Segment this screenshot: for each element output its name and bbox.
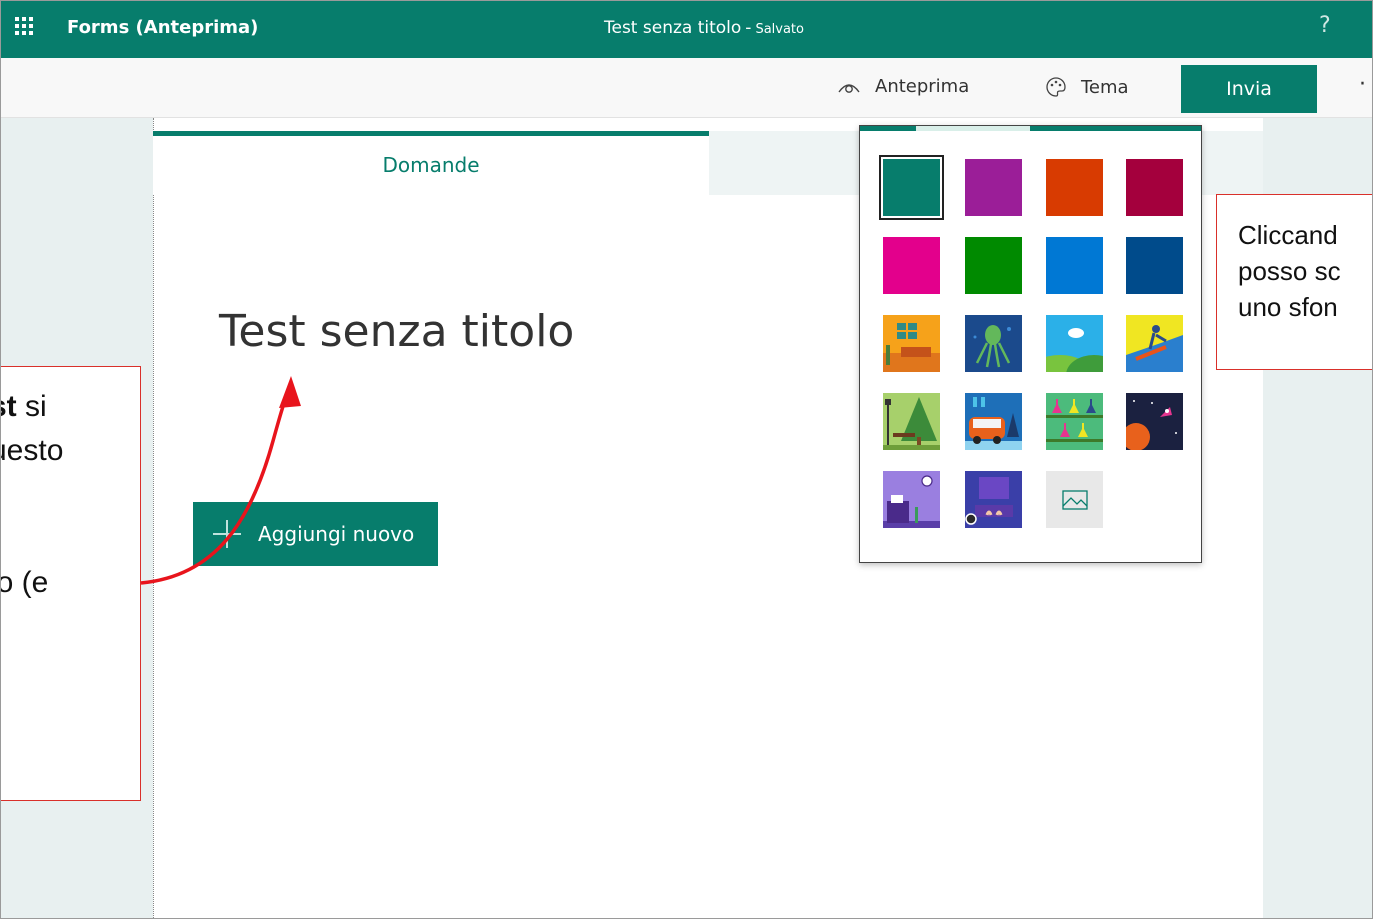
- theme-color-swatch[interactable]: [1046, 159, 1103, 216]
- annotation-right-line-2: posso sc: [1238, 256, 1341, 286]
- preview-label: Anteprima: [875, 76, 970, 97]
- help-icon[interactable]: ?: [1319, 13, 1331, 38]
- theme-color-swatch[interactable]: [965, 159, 1022, 216]
- theme-color-swatch[interactable]: [879, 155, 944, 220]
- preview-button[interactable]: Anteprima: [837, 76, 969, 97]
- add-new-button[interactable]: Aggiungi nuovo: [193, 502, 438, 566]
- theme-panel-accent-light: [916, 126, 1030, 131]
- form-title[interactable]: Test senza titolo: [219, 306, 574, 357]
- theme-image-van[interactable]: [965, 393, 1022, 450]
- eye-icon: [838, 83, 860, 93]
- theme-image-park[interactable]: [883, 393, 940, 450]
- theme-color-swatch[interactable]: [965, 237, 1022, 294]
- more-options-icon[interactable]: ·: [1359, 72, 1366, 97]
- theme-color-swatch[interactable]: [883, 237, 940, 294]
- theme-color-swatch[interactable]: [1126, 237, 1183, 294]
- add-new-label: Aggiungi nuovo: [258, 522, 415, 546]
- theme-color-swatch[interactable]: [1126, 159, 1183, 216]
- annotation-left-line-1: st si: [1, 385, 140, 429]
- title-separator: -: [745, 18, 752, 38]
- save-status: Salvato: [755, 22, 804, 37]
- theme-image-desk[interactable]: [883, 471, 940, 528]
- annotation-left-line-5: lo (e: [1, 566, 49, 599]
- annotation-left: st si uesto . lo (e: [1, 366, 141, 801]
- annotation-left-line-3: [1, 473, 140, 517]
- theme-panel-accent: [860, 126, 1201, 131]
- app-launcher-icon[interactable]: [13, 15, 35, 37]
- theme-image-living-room[interactable]: [883, 315, 940, 372]
- send-button[interactable]: Invia: [1181, 65, 1317, 113]
- annotation-left-bold: st: [1, 390, 17, 423]
- document-title-text: Test senza titolo: [604, 18, 742, 38]
- theme-color-swatch[interactable]: [1046, 237, 1103, 294]
- theme-image-science[interactable]: [1046, 393, 1103, 450]
- theme-image-space[interactable]: [1126, 393, 1183, 450]
- theme-image-landscape[interactable]: [1046, 315, 1103, 372]
- app-header: Forms (Anteprima) Test senza titolo - Salv…: [1, 1, 1372, 58]
- annotation-left-plain: si: [16, 390, 47, 423]
- theme-image-keyboard[interactable]: [965, 471, 1022, 528]
- command-bar: Anteprima Tema Invia ·: [1, 58, 1372, 118]
- plus-icon: [213, 520, 241, 548]
- theme-image-octopus[interactable]: [965, 315, 1022, 372]
- annotation-right: Cliccand posso sc uno sfon: [1216, 194, 1372, 370]
- theme-label: Tema: [1081, 76, 1129, 98]
- theme-panel: [859, 125, 1202, 563]
- tab-questions[interactable]: Domande: [153, 131, 709, 195]
- page-frame: Forms (Anteprima) Test senza titolo - Salv…: [0, 0, 1373, 919]
- upload-image-button[interactable]: [1046, 471, 1103, 528]
- image-icon: [1061, 489, 1088, 510]
- annotation-right-line-3: uno sfon: [1238, 292, 1338, 322]
- theme-image-snowboard[interactable]: [1126, 315, 1183, 372]
- annotation-right-line-1: Cliccand: [1238, 220, 1338, 250]
- app-name[interactable]: Forms (Anteprima): [67, 17, 258, 38]
- theme-button[interactable]: Tema: [1045, 76, 1129, 98]
- annotation-left-line-2: uesto: [1, 434, 64, 467]
- document-title: Test senza titolo - Salvato: [604, 18, 804, 38]
- palette-icon: [1046, 77, 1066, 97]
- annotation-left-line-4: .: [1, 517, 140, 561]
